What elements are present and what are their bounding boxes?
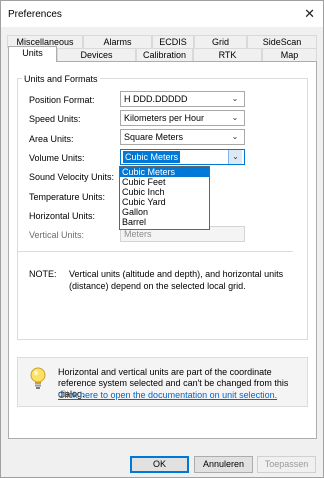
volume-units-label: Volume Units:	[29, 153, 85, 163]
tab-alarms[interactable]: Alarms	[83, 35, 152, 48]
units-tab-panel: Units and Formats Position Format: H DDD…	[8, 61, 317, 439]
divider	[17, 251, 293, 252]
title-bar: Preferences ✕	[1, 1, 323, 27]
ok-button[interactable]: OK	[130, 456, 189, 473]
temperature-units-label: Temperature Units:	[29, 192, 106, 202]
tab-units[interactable]: Units	[8, 46, 57, 62]
tab-grid[interactable]: Grid	[194, 35, 247, 48]
position-format-label: Position Format:	[29, 95, 95, 105]
dropdown-option[interactable]: Gallon	[120, 207, 209, 217]
close-icon[interactable]: ✕	[304, 6, 315, 22]
window-title: Preferences	[8, 9, 62, 20]
note-text: Vertical units (altitude and depth), and…	[69, 269, 284, 291]
speed-units-select[interactable]: Kilometers per Hour ⌄	[120, 110, 245, 126]
speed-units-value: Kilometers per Hour	[124, 113, 205, 123]
position-format-select[interactable]: H DDD.DDDDD ⌄	[120, 91, 245, 107]
dropdown-option[interactable]: Barrel	[120, 217, 209, 227]
tab-rtk[interactable]: RTK	[193, 48, 262, 61]
chevron-down-icon: ⌄	[231, 94, 239, 103]
volume-units-value: Cubic Meters	[123, 151, 181, 163]
tab-sidescan[interactable]: SideScan	[247, 35, 317, 48]
apply-button: Toepassen	[257, 456, 316, 473]
volume-units-dropdown-list[interactable]: Cubic Meters Cubic Feet Cubic Inch Cubic…	[119, 166, 210, 230]
vertical-units-label: Vertical Units:	[29, 230, 85, 240]
vertical-units-value: Meters	[124, 229, 152, 239]
preferences-dialog: Preferences ✕ Miscellaneous Alarms ECDIS…	[0, 0, 324, 478]
area-units-label: Area Units:	[29, 134, 74, 144]
chevron-down-icon: ⌄	[231, 132, 239, 141]
chevron-down-icon: ⌄	[231, 113, 239, 122]
tab-calibration[interactable]: Calibration	[136, 48, 193, 61]
horizontal-units-label: Horizontal Units:	[29, 211, 96, 221]
note-label: NOTE:	[29, 269, 57, 279]
speed-units-label: Speed Units:	[29, 114, 81, 124]
area-units-value: Square Meters	[124, 132, 184, 142]
tab-devices[interactable]: Devices	[57, 48, 136, 61]
lightbulb-icon	[30, 367, 46, 389]
group-label: Units and Formats	[22, 74, 100, 84]
documentation-link[interactable]: Click here to open the documentation on …	[58, 390, 277, 400]
sound-velocity-units-label: Sound Velocity Units:	[29, 172, 115, 182]
dropdown-option[interactable]: Cubic Yard	[120, 197, 209, 207]
tab-map[interactable]: Map	[262, 48, 317, 61]
info-box: Horizontal and vertical units are part o…	[17, 357, 308, 407]
dropdown-option[interactable]: Cubic Feet	[120, 177, 209, 187]
tab-ecdis[interactable]: ECDIS	[152, 35, 194, 48]
volume-units-select[interactable]: Cubic Meters ⌄	[120, 149, 245, 165]
dropdown-option[interactable]: Cubic Meters	[120, 167, 209, 177]
cancel-button[interactable]: Annuleren	[194, 456, 253, 473]
area-units-select[interactable]: Square Meters ⌄	[120, 129, 245, 145]
dropdown-option[interactable]: Cubic Inch	[120, 187, 209, 197]
chevron-down-icon: ⌄	[228, 150, 242, 164]
position-format-value: H DDD.DDDDD	[124, 94, 188, 104]
